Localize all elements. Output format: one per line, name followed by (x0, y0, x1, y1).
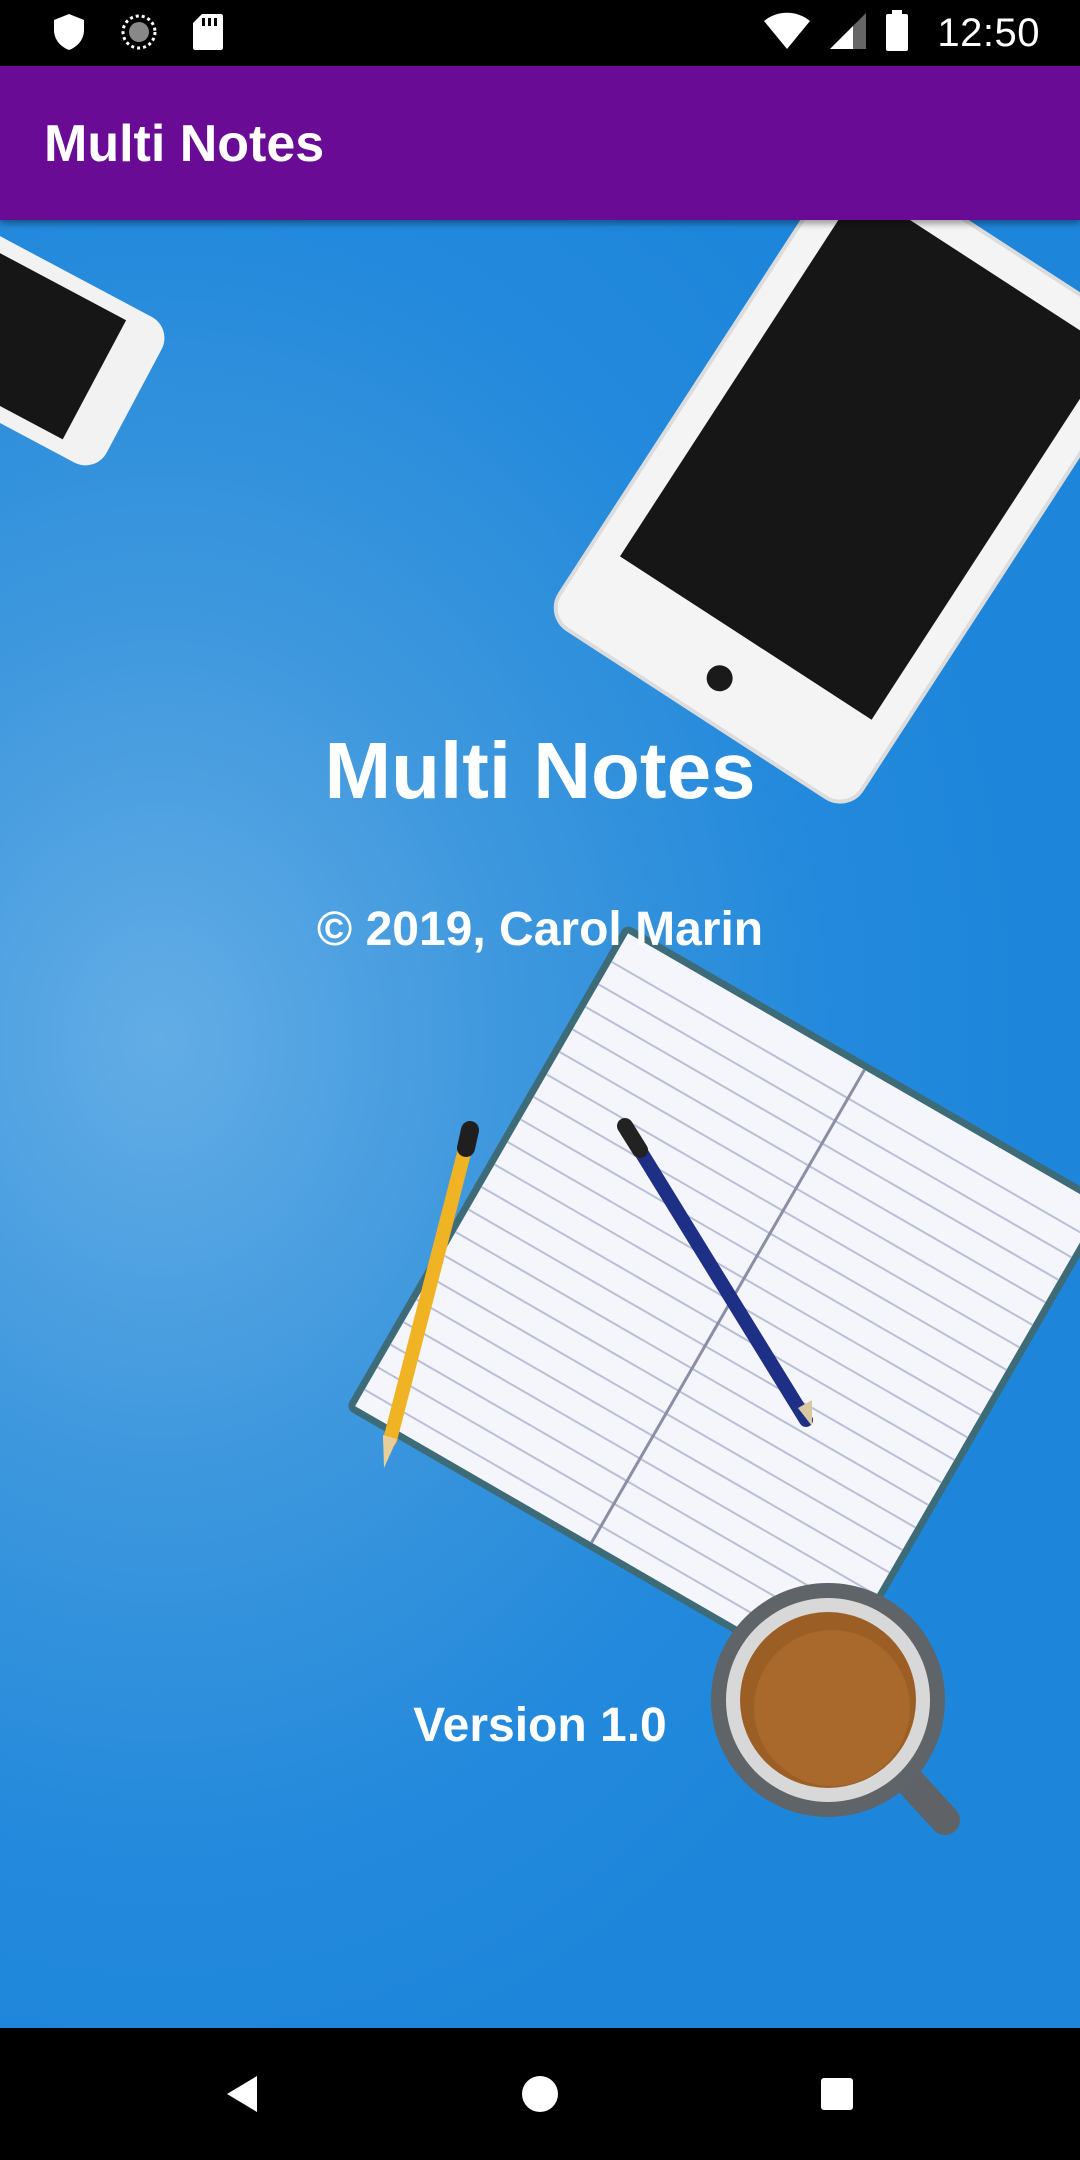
about-content: Multi Notes © 2019, Carol Marin Version … (0, 220, 1080, 2028)
app-bar-title: Multi Notes (44, 115, 325, 173)
sync-icon (120, 13, 158, 56)
status-clock: 12:50 (937, 10, 1040, 55)
smartphone-illustration (0, 228, 165, 466)
home-icon[interactable] (510, 2064, 570, 2124)
about-version: Version 1.0 (413, 1699, 667, 1752)
tablet-illustration (553, 220, 1080, 804)
wifi-icon (763, 12, 811, 55)
screen: 12:50 Multi Notes Multi Notes © 2019, Ca… (0, 0, 1080, 2160)
about-copyright: © 2019, Carol Marin (316, 903, 764, 956)
status-left-icons (52, 13, 224, 56)
desk-background-illustration (0, 220, 1080, 1835)
back-icon[interactable] (212, 2064, 272, 2124)
status-bar: 12:50 (0, 0, 1080, 66)
signal-icon (829, 12, 867, 55)
navigation-bar (0, 2028, 1080, 2160)
battery-icon (885, 9, 909, 57)
recents-icon[interactable] (807, 2064, 867, 2124)
shield-icon (52, 13, 86, 56)
status-right-icons: 12:50 (763, 9, 1040, 57)
sd-card-icon (192, 13, 224, 56)
notebook-illustration (348, 926, 1080, 1686)
about-app-title: Multi Notes (324, 726, 756, 815)
app-bar: Multi Notes (0, 66, 1080, 220)
